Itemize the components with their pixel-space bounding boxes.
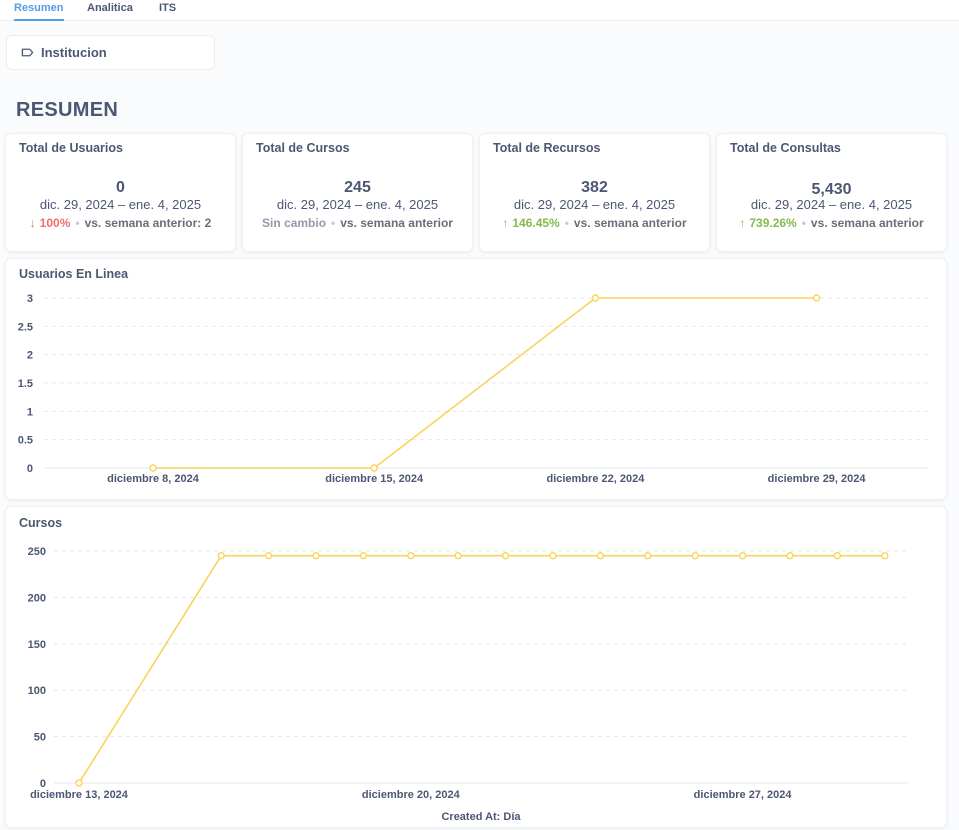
x-tick-label: diciembre 8, 2024 [107,473,200,485]
data-point [738,551,747,560]
x-tick-label: diciembre 29, 2024 [768,473,867,485]
kpi-compare-text: vs. semana anterior: 2 [84,216,212,230]
tab-its[interactable]: ITS [159,1,176,21]
dashboard-tabs: Resumen Analitica ITS [0,0,959,21]
x-tick-label: diciembre 22, 2024 [546,473,645,485]
data-point [596,551,605,560]
y-tick-label: 1 [27,406,33,418]
y-tick-label: 2.5 [18,321,33,333]
kpi-title: Total de Cursos [256,141,350,155]
kpi-compare-text: vs. semana anterior [573,216,687,230]
separator-dot: • [75,216,80,230]
data-point [881,551,889,560]
y-tick-label: 150 [28,639,46,651]
separator-dot: • [564,216,569,230]
kpi-card-consultas[interactable]: Total de Consultas 5,430 dic. 29, 2024 –… [716,133,947,252]
y-tick-label: 1.5 [18,378,33,390]
usuarios-en-linea-chart: 0 0.5 1 1.5 2 2.5 3 diciembre 8, 2024 diciembre … [18,293,928,485]
y-tick-label: 100 [28,685,46,697]
data-point [312,551,320,560]
x-tick-label: diciembre 27, 2024 [694,789,793,801]
y-tick-label: 250 [28,546,46,558]
kpi-date-range: dic. 29, 2024 – ene. 4, 2025 [39,197,202,212]
y-tick-label: 3 [27,293,33,305]
data-point [501,551,510,560]
data-point [833,551,842,560]
data-point [359,551,368,560]
separator-dot: • [801,216,806,230]
kpi-change: Sin cambio [262,216,327,230]
kpi-date-range: dic. 29, 2024 – ene. 4, 2025 [513,197,676,212]
data-point [75,779,83,787]
kpi-value: 0 [116,179,125,196]
kpi-date-range: dic. 29, 2024 – ene. 4, 2025 [276,197,439,212]
separator-dot: • [331,216,336,230]
arrow-down-icon: ↓ [29,216,36,230]
x-tick-label: diciembre 15, 2024 [325,473,424,485]
kpi-card-recursos[interactable]: Total de Recursos 382 dic. 29, 2024 – en… [479,133,710,252]
kpi-value: 382 [581,179,608,196]
kpi-title: Total de Recursos [493,141,601,155]
data-point [217,551,225,560]
kpi-change: 146.45% [512,216,560,230]
kpi-title: Total de Usuarios [19,141,123,155]
kpi-card-cursos[interactable]: Total de Cursos 245 dic. 29, 2024 – ene.… [242,133,473,252]
section-title: RESUMEN [16,99,119,121]
y-tick-label: 2 [27,350,33,362]
x-tick-label: diciembre 20, 2024 [362,789,461,801]
data-point [644,551,652,560]
chart-card-cursos[interactable]: Cursos 0 50 100 150 200 250 diciembre 13, 2024… [5,506,947,828]
y-tick-label: 50 [34,732,46,744]
kpi-change: 739.26% [749,216,797,230]
data-point [407,551,415,560]
y-tick-label: 200 [28,592,46,604]
data-point [691,551,699,560]
x-tick-label: diciembre 13, 2024 [30,789,129,801]
data-point [591,294,600,302]
data-point [264,551,273,560]
cursos-chart: 050100150200250diciembre 13, 2024 diciemb… [28,546,908,823]
kpi-comparison: ↑ 146.45% • vs. semana anterior [480,216,709,230]
arrow-up-icon: ↑ [502,216,509,230]
arrow-up-icon: ↑ [739,216,746,230]
kpi-compare-text: vs. semana anterior [340,216,453,230]
kpi-card-usuarios[interactable]: Total de Usuarios 0 dic. 29, 2024 – ene.… [5,133,236,252]
data-point [454,551,462,560]
kpi-change: 100% [39,216,71,230]
kpi-title: Total de Consultas [730,141,841,155]
kpi-comparison: ↓ 100% • vs. semana anterior: 2 [6,216,235,230]
series-line [78,554,885,784]
data-point [549,551,557,560]
x-axis-label: Created At: Día [441,811,521,823]
tag-icon [21,48,34,57]
data-point [812,294,821,302]
kpi-compare-text: vs. semana anterior [810,216,924,230]
chart-card-usuarios-en-linea[interactable]: Usuarios En Linea 0 0.5 1 1.5 2 2.5 3 diciembre… [5,258,947,500]
data-point [370,464,378,472]
tab-resumen[interactable]: Resumen [14,1,64,21]
kpi-comparison: ↑ 739.26% • vs. semana anterior [717,216,946,230]
institucion-filter-button[interactable]: Institucion [6,35,215,70]
data-point [149,464,157,472]
y-tick-label: 0.5 [18,435,33,447]
kpi-value: 245 [344,179,371,196]
tab-analitica[interactable]: Analitica [87,1,133,21]
kpi-comparison: Sin cambio • vs. semana anterior [243,216,472,230]
filter-label: Institucion [41,45,107,60]
y-tick-label: 0 [27,463,33,475]
kpi-date-range: dic. 29, 2024 – ene. 4, 2025 [750,197,913,212]
data-point [786,551,794,560]
